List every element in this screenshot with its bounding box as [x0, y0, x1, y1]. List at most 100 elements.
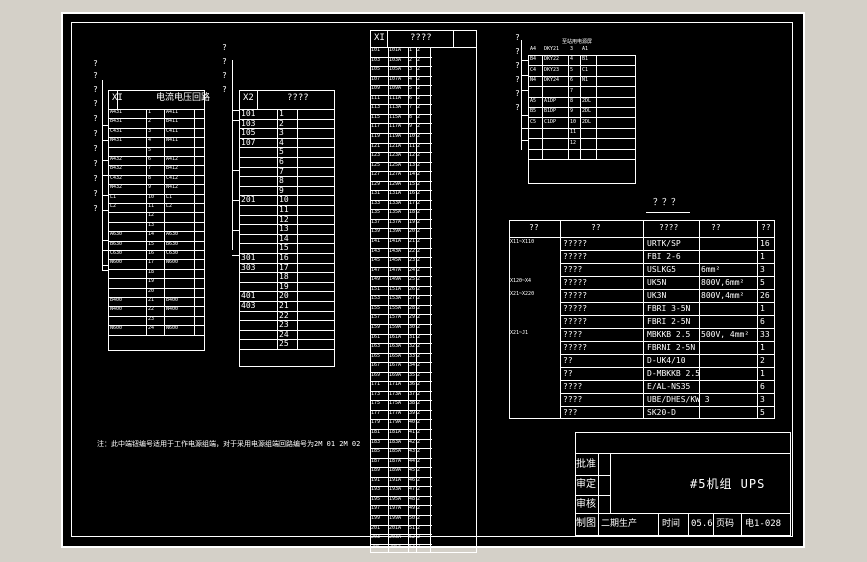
table-cell: 2 — [417, 142, 421, 149]
table-cell: 16 — [760, 239, 770, 248]
table-cell: ???? — [563, 330, 583, 339]
title-project: #5机组 UPS — [690, 477, 766, 491]
table-cell: 187 — [371, 457, 381, 464]
grid-line — [108, 203, 205, 204]
x2-table-header-left: X2 — [243, 93, 254, 103]
table-cell: X11~X110 — [510, 239, 535, 245]
grid-line — [108, 156, 205, 157]
grid-line — [528, 127, 636, 129]
question-mark: ? — [222, 85, 227, 94]
table-cell: 26 — [409, 285, 416, 292]
table-cell: 32 — [409, 343, 416, 350]
table-cell: 2 — [417, 209, 421, 216]
table-cell: URTK/SP — [647, 239, 681, 248]
table-cell: 6 — [760, 317, 765, 326]
table-cell: 157A — [389, 314, 402, 321]
table-cell: 141A — [389, 238, 402, 244]
table-cell: 2DL — [582, 118, 592, 125]
table-cell: 1 — [760, 369, 765, 378]
table-cell: 10 — [148, 193, 155, 200]
table-cell: 19 — [279, 281, 289, 291]
grid-line — [560, 250, 775, 251]
table-cell: UK5N — [647, 278, 667, 287]
table-cell: 49 — [409, 505, 416, 512]
wiring-line — [102, 140, 108, 141]
table-cell: 44 — [409, 457, 416, 464]
table-cell: DKY23 — [544, 66, 560, 73]
title-check: 审核 — [576, 499, 596, 510]
table-cell: 5 — [760, 408, 765, 417]
wiring-line — [521, 128, 528, 129]
table-cell: 147A — [389, 266, 402, 273]
grid-line — [560, 263, 775, 264]
table-cell: C431 — [110, 127, 123, 134]
table-cell: 173A — [389, 390, 402, 397]
table-cell: 8 — [279, 176, 284, 186]
table-cell: 2 — [417, 438, 421, 445]
table-cell: ????? — [563, 343, 588, 352]
table-cell: 13 — [279, 224, 289, 234]
table-cell: B400 — [110, 297, 123, 303]
table-cell: 22 — [409, 247, 416, 254]
table-cell: DKY24 — [544, 77, 560, 84]
grid-line — [239, 166, 335, 168]
table-cell: 11 — [148, 203, 155, 209]
table-cell: 11 — [409, 142, 416, 149]
table-cell: 179A — [389, 419, 402, 426]
table-cell: 20 — [409, 228, 416, 235]
table-cell: 143 — [371, 247, 381, 254]
table-cell: 2 — [417, 314, 421, 321]
question-mark: ? — [93, 204, 98, 213]
table-cell: A1 — [582, 46, 589, 52]
table-cell: 9 — [279, 185, 284, 195]
table-cell: ???? — [563, 395, 583, 404]
table-cell: 14 — [409, 171, 416, 178]
table-cell: 26 — [760, 291, 770, 300]
question-mark: ? — [222, 57, 227, 66]
table-cell: 2 — [417, 257, 421, 264]
grid-line — [560, 341, 775, 342]
table-cell: B5 — [530, 108, 537, 115]
x1-table-header-title: 电流电压回路 — [156, 93, 211, 103]
table-cell: 2 — [417, 304, 421, 311]
grid-line — [108, 109, 205, 110]
table-cell: 101 — [371, 47, 381, 53]
table-cell: 18 — [148, 268, 155, 275]
table-cell: 6 — [279, 157, 284, 166]
table-cell: 28 — [409, 304, 416, 311]
table-cell: 42 — [409, 438, 416, 445]
question-mark: ? — [93, 159, 98, 168]
table-cell: C1DP — [544, 118, 557, 125]
wiring-line — [102, 160, 108, 161]
table-cell: 139A — [389, 228, 402, 235]
table-cell: B400 — [166, 297, 179, 303]
table-cell: 3 — [409, 66, 413, 73]
table-cell: 4 — [570, 56, 574, 63]
grid-line — [560, 406, 775, 407]
table-cell: B630 — [110, 240, 123, 247]
wiring-line — [102, 265, 108, 266]
question-mark: ? — [515, 89, 520, 98]
table-cell: 117 — [371, 123, 381, 130]
wiring-line — [102, 175, 108, 176]
table-cell: MBKKB 2.5 — [647, 330, 691, 339]
table-cell: 143A — [389, 247, 402, 254]
table-cell: 115 — [371, 113, 381, 120]
grid-line — [528, 148, 636, 150]
table-cell: 193 — [371, 486, 381, 493]
table-cell: 19 — [409, 218, 416, 225]
table-cell: 5 — [409, 85, 413, 92]
table-cell: FBRI 2-5N — [647, 317, 691, 326]
question-mark: ? — [93, 144, 98, 153]
table-cell: 2 — [417, 85, 421, 92]
wiring-line — [521, 75, 528, 76]
table-cell: 2 — [417, 362, 421, 369]
grid-line — [560, 367, 775, 368]
table-cell: ????? — [563, 239, 588, 248]
table-cell: X21~X220 — [510, 291, 535, 297]
x1-table-frame — [108, 90, 205, 351]
table-cell: N432 — [110, 184, 123, 191]
table-cell: 127A — [389, 171, 402, 178]
wiring-line — [102, 250, 108, 251]
table-cell: 16 — [279, 253, 289, 262]
